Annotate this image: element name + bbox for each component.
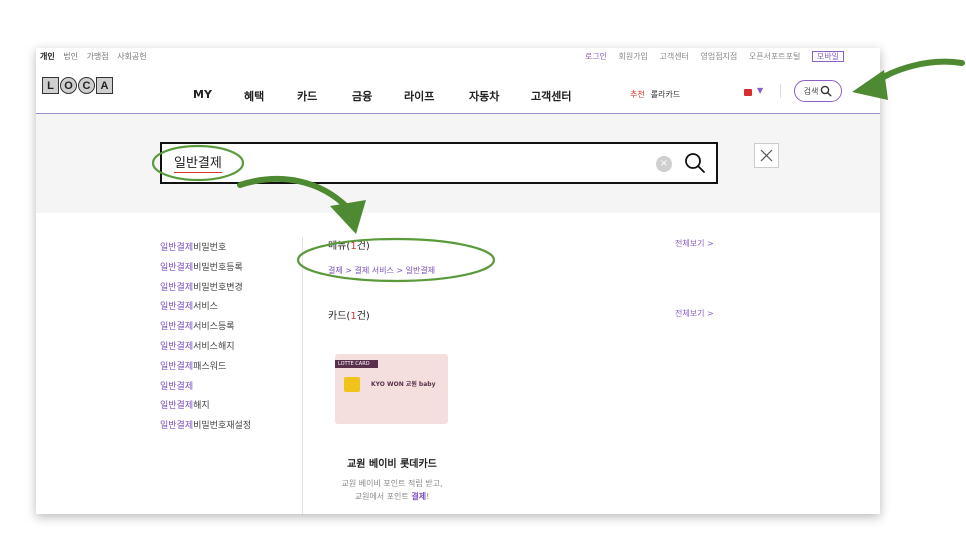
customer-center-link[interactable]: 고객센터: [659, 52, 688, 61]
card-section-title: 카드(1건): [328, 307, 370, 322]
suggestion-highlight: 일반결제: [160, 302, 194, 313]
suggestion-item[interactable]: 일반결제비밀번호: [160, 239, 251, 259]
card-issuer-bar: LOTTE CARD: [335, 360, 378, 368]
login-link[interactable]: 로그인: [585, 52, 607, 61]
card-view-all-link[interactable]: 전체보기 >: [675, 308, 714, 319]
suggestion-item[interactable]: 일반결제서비스: [160, 298, 251, 318]
card-desc-line2: 교원에서 포인트 결제!: [328, 490, 456, 503]
search-button[interactable]: 검색: [794, 80, 842, 102]
utility-link-social[interactable]: 사회공헌: [117, 52, 146, 61]
suggestion-item[interactable]: 일반결제패스워드: [160, 358, 251, 378]
search-icon: [821, 85, 832, 97]
card-desc-pre: 교원에서 포인트: [354, 492, 412, 501]
global-nav: L O C A MY 혜택 카드 금융 라이프 자동차 고객센터 추천 롤라카드 …: [36, 64, 880, 114]
search-submit-icon[interactable]: [684, 152, 706, 174]
language-caret-icon[interactable]: ▼: [757, 86, 763, 95]
logo-letter: O: [60, 77, 77, 94]
suggestion-rest: 비밀번호등록: [193, 262, 243, 273]
utility-left-links: 개인 법인 가맹점 사회공헌: [40, 51, 153, 62]
card-name[interactable]: 교원 베이비 롯데카드: [328, 455, 456, 470]
browser-window: 개인 법인 가맹점 사회공헌 로그인 회원가입 고객센터 영업점지점 오픈서포트…: [36, 48, 880, 514]
suggestion-rest: 비밀번호재설정: [193, 421, 252, 432]
suggestion-highlight: 일반결제: [160, 243, 194, 253]
logo-letter: C: [78, 77, 95, 94]
nav-life[interactable]: 라이프: [404, 88, 434, 104]
suggestion-rest: 해지: [193, 401, 210, 412]
card-chip-icon: [344, 377, 360, 392]
recommend-banner[interactable]: 추천 롤라카드: [630, 89, 680, 100]
suggestion-item[interactable]: 일반결제서비스해지: [160, 338, 251, 358]
recommend-tag: 추천: [630, 90, 645, 99]
card-desc-post: !: [426, 492, 430, 501]
suggestion-item[interactable]: 일반결제: [160, 378, 251, 398]
menu-count-close: 건): [356, 241, 370, 252]
suggestion-item[interactable]: 일반결제비밀번호변경: [160, 279, 251, 299]
nav-customer-center[interactable]: 고객센터: [531, 88, 571, 104]
suggestion-item[interactable]: 일반결제비밀번호등록: [160, 259, 251, 279]
utility-link-corporate[interactable]: 법인: [63, 52, 78, 61]
clear-icon[interactable]: ×: [656, 156, 672, 172]
suggestion-item[interactable]: 일반결제서비스등록: [160, 318, 251, 338]
card-count-close: 건): [356, 311, 370, 322]
suggestion-highlight: 일반결제: [160, 421, 194, 432]
suggestion-rest: 서비스해지: [193, 341, 235, 352]
language-flag-icon[interactable]: [744, 89, 752, 96]
nav-my[interactable]: MY: [193, 88, 212, 101]
card-description: 교원 베이비 포인트 적립 받고, 교원에서 포인트 결제!: [328, 477, 456, 503]
close-button[interactable]: [754, 143, 779, 168]
open-portal-link[interactable]: 오픈서포트포털: [749, 52, 801, 61]
mobile-link[interactable]: 모바일: [811, 51, 844, 62]
logo-letter: A: [96, 77, 113, 94]
suggestion-highlight: 일반결제: [160, 401, 194, 412]
utility-bar: 개인 법인 가맹점 사회공헌 로그인 회원가입 고객센터 영업점지점 오픈서포트…: [36, 48, 880, 64]
card-desc-line1: 교원 베이비 포인트 적립 받고,: [341, 479, 443, 488]
card-image[interactable]: LOTTE CARD KYO WON 교원 baby: [335, 354, 448, 424]
logo-letter: L: [42, 77, 59, 94]
suggestion-highlight: 일반결제: [160, 341, 194, 352]
screenshot-stage: 개인 법인 가맹점 사회공헌 로그인 회원가입 고객센터 영업점지점 오픈서포트…: [0, 0, 966, 537]
menu-view-all-link[interactable]: 전체보기 >: [675, 238, 714, 249]
utility-right-links: 로그인 회원가입 고객센터 영업점지점 오픈서포트포털 모바일: [576, 51, 844, 62]
suggestion-highlight: 일반결제: [160, 381, 194, 392]
branch-link[interactable]: 영업점지점: [700, 52, 737, 61]
suggestion-highlight: 일반결제: [160, 322, 194, 333]
card-brand-text: KYO WON 교원 baby: [371, 381, 436, 388]
nav-finance[interactable]: 금융: [352, 88, 372, 104]
card-desc-highlight: 결제: [411, 492, 427, 501]
nav-card[interactable]: 카드: [297, 88, 317, 104]
close-icon: [760, 149, 773, 162]
menu-section-title: 메뉴(1건): [328, 237, 370, 252]
suggestion-rest: 패스워드: [193, 361, 227, 372]
suggestion-rest: 비밀번호: [193, 243, 227, 253]
suggestion-rest: 서비스등록: [193, 322, 235, 333]
suggestion-highlight: 일반결제: [160, 282, 194, 293]
search-query-text: 일반결제: [174, 156, 222, 173]
nav-benefits[interactable]: 혜택: [244, 88, 264, 104]
nav-divider: [780, 84, 781, 98]
nav-auto[interactable]: 자동차: [469, 88, 499, 104]
results-divider: [302, 237, 303, 514]
suggestion-rest: 서비스: [193, 302, 218, 313]
utility-link-merchant[interactable]: 가맹점: [87, 52, 109, 61]
suggestion-rest: 비밀번호변경: [193, 282, 243, 293]
menu-result-path-link[interactable]: 결제 > 결제 서비스 > 일반결제: [328, 265, 435, 276]
suggestion-highlight: 일반결제: [160, 361, 194, 372]
search-results: 일반결제비밀번호 일반결제비밀번호등록 일반결제비밀번호변경 일반결제서비스 일…: [36, 213, 880, 514]
card-title-text: 카드: [328, 311, 347, 322]
card-issuer-text: LOTTE CARD: [338, 361, 370, 367]
search-input[interactable]: 일반결제 ×: [160, 142, 718, 184]
suggestion-item[interactable]: 일반결제비밀번호재설정: [160, 417, 251, 437]
suggestion-highlight: 일반결제: [160, 262, 194, 273]
recommend-text: 롤라카드: [650, 90, 681, 99]
menu-title-text: 메뉴: [328, 241, 347, 252]
search-panel: 일반결제 ×: [36, 114, 880, 213]
site-logo[interactable]: L O C A: [42, 77, 113, 94]
signup-link[interactable]: 회원가입: [618, 52, 647, 61]
suggestion-item[interactable]: 일반결제해지: [160, 397, 251, 417]
suggestion-list: 일반결제비밀번호 일반결제비밀번호등록 일반결제비밀번호변경 일반결제서비스 일…: [160, 239, 251, 437]
search-arrow-shaft-annotation: [869, 58, 965, 87]
search-button-label: 검색: [803, 86, 819, 96]
utility-link-personal[interactable]: 개인: [40, 52, 55, 61]
